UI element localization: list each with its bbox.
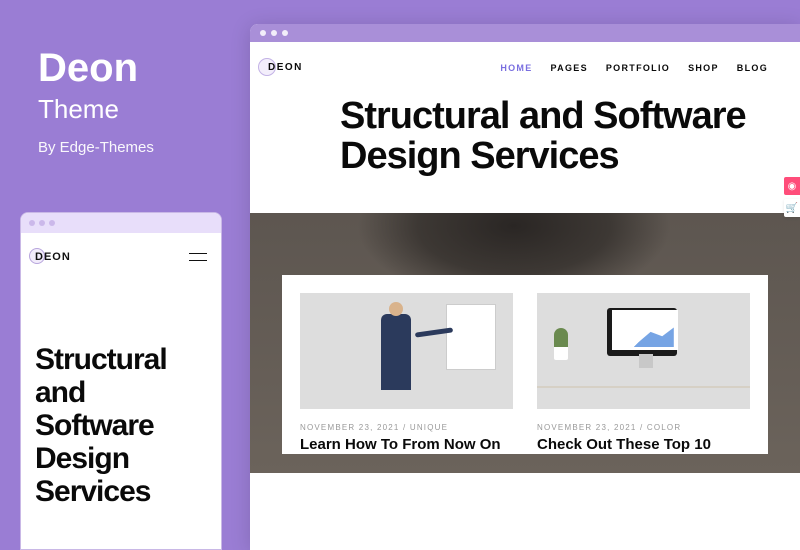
nav-portfolio[interactable]: PORTFOLIO xyxy=(606,63,670,73)
title-block: Deon Theme By Edge-Themes xyxy=(38,48,154,156)
side-widgets: ◉ 🛒 xyxy=(784,177,800,217)
post-meta: NOVEMBER 23, 2021 / UNIQUE xyxy=(300,423,513,432)
window-dot xyxy=(260,30,266,36)
nav-pages[interactable]: PAGES xyxy=(551,63,588,73)
mobile-header: DEON xyxy=(21,233,221,273)
window-dot xyxy=(282,30,288,36)
nav-blog[interactable]: BLOG xyxy=(737,63,768,73)
window-dot xyxy=(271,30,277,36)
desktop-hero: Structural and Software Design Services xyxy=(250,83,800,213)
nav-home[interactable]: HOME xyxy=(500,63,532,73)
desktop-titlebar xyxy=(250,24,800,42)
mobile-logo[interactable]: DEON xyxy=(35,251,71,263)
theme-author: By Edge-Themes xyxy=(38,139,154,156)
theme-subtitle: Theme xyxy=(38,94,154,125)
cart-widget-icon[interactable]: 🛒 xyxy=(784,199,800,217)
desktop-section2: NOVEMBER 23, 2021 / UNIQUE Learn How To … xyxy=(250,213,800,473)
nav-shop[interactable]: SHOP xyxy=(688,63,719,73)
desktop-content: DEON HOME PAGES PORTFOLIO SHOP BLOG Stru… xyxy=(250,42,800,550)
desktop-logo[interactable]: DEON xyxy=(268,62,303,73)
post-thumb xyxy=(300,293,513,409)
desktop-preview: DEON HOME PAGES PORTFOLIO SHOP BLOG Stru… xyxy=(250,24,800,550)
post-title: Check Out These Top 10 xyxy=(537,436,750,454)
post-card[interactable]: NOVEMBER 23, 2021 / COLOR Check Out Thes… xyxy=(537,293,750,454)
mobile-hero: Structural and Software Design Services xyxy=(21,273,221,528)
window-dot xyxy=(39,220,45,226)
post-meta: NOVEMBER 23, 2021 / COLOR xyxy=(537,423,750,432)
desktop-hero-heading: Structural and Software Design Services xyxy=(340,97,750,177)
post-card[interactable]: NOVEMBER 23, 2021 / UNIQUE Learn How To … xyxy=(300,293,513,454)
mobile-preview: DEON Structural and Software Design Serv… xyxy=(20,212,222,550)
desktop-menu: HOME PAGES PORTFOLIO SHOP BLOG xyxy=(500,63,768,73)
hamburger-icon[interactable] xyxy=(189,253,207,261)
window-dot xyxy=(29,220,35,226)
theme-name: Deon xyxy=(38,48,154,88)
window-dot xyxy=(49,220,55,226)
mobile-hero-heading: Structural and Software Design Services xyxy=(35,343,207,508)
post-thumb xyxy=(537,293,750,409)
post-strip: NOVEMBER 23, 2021 / UNIQUE Learn How To … xyxy=(282,275,768,454)
mobile-titlebar xyxy=(21,213,221,233)
post-title: Learn How To From Now On xyxy=(300,436,513,454)
desktop-nav: DEON HOME PAGES PORTFOLIO SHOP BLOG xyxy=(250,42,800,83)
buy-widget-icon[interactable]: ◉ xyxy=(784,177,800,195)
